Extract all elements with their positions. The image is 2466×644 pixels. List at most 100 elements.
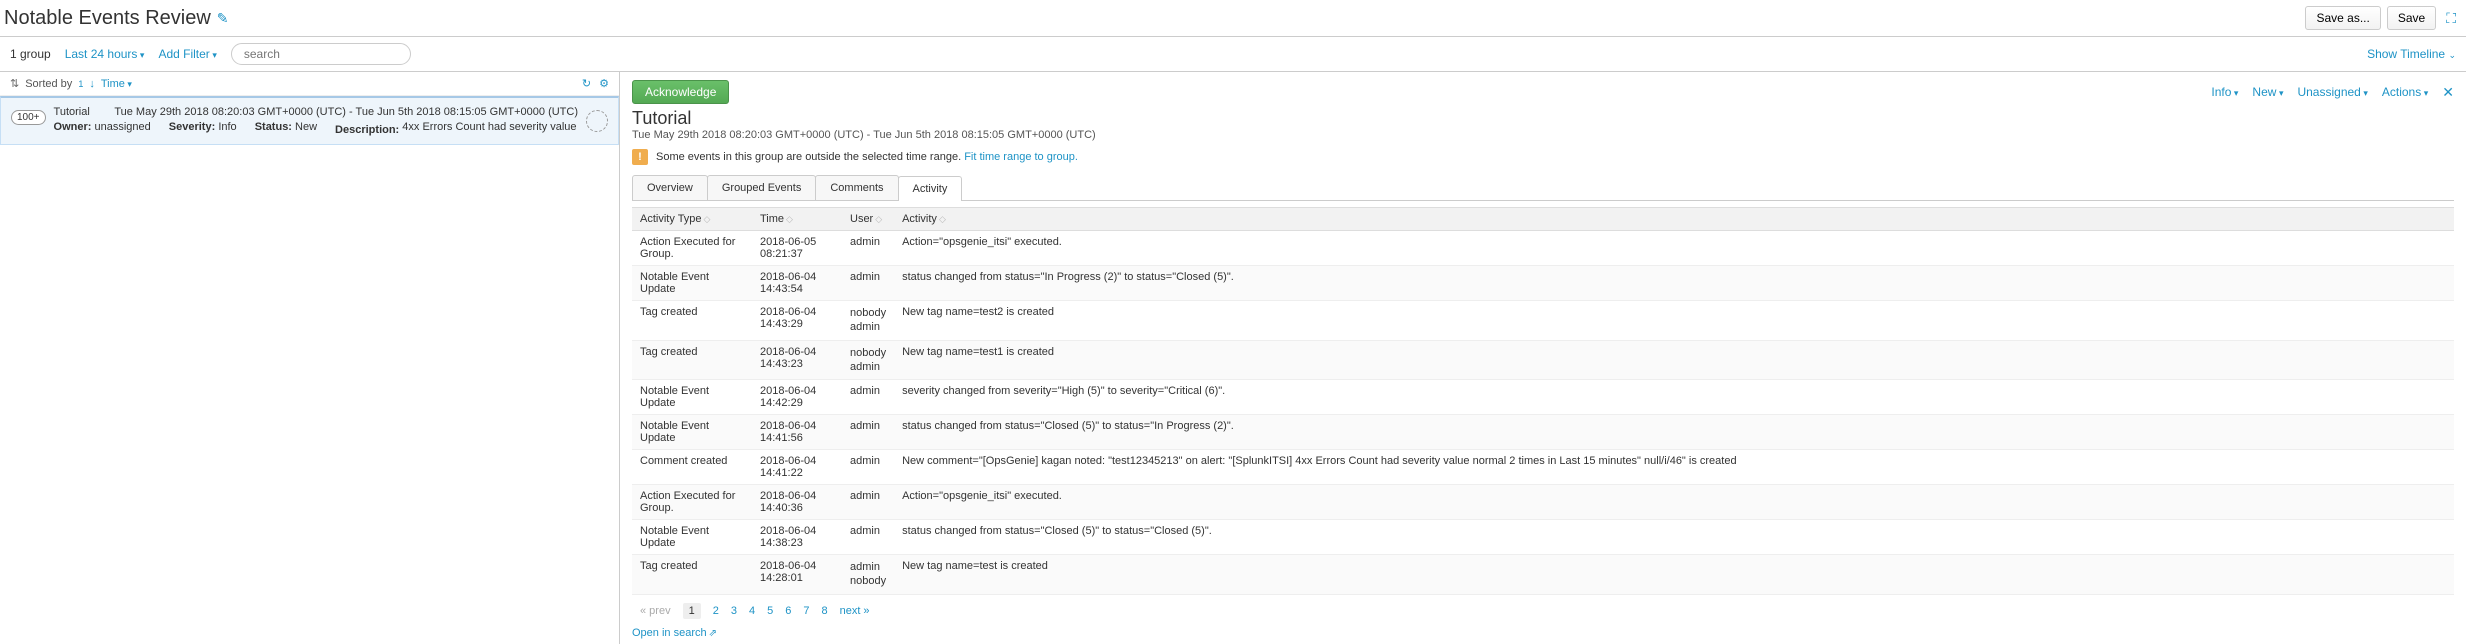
table-row: Action Executed for Group.2018-06-05 08:… bbox=[632, 231, 2454, 266]
pagination-page-8[interactable]: 8 bbox=[821, 605, 827, 617]
close-icon[interactable]: ✕ bbox=[2442, 84, 2454, 101]
save-button[interactable]: Save bbox=[2387, 6, 2436, 30]
pagination-page-2[interactable]: 2 bbox=[713, 605, 719, 617]
actions-dropdown[interactable]: Actions bbox=[2382, 85, 2428, 99]
filter-bar: 1 group Last 24 hours Add Filter Show Ti… bbox=[0, 37, 2466, 72]
event-header-row: Tutorial Tue May 29th 2018 08:20:03 GMT+… bbox=[54, 106, 578, 118]
cell: severity changed from severity="High (5)… bbox=[894, 380, 2454, 415]
cell: 2018-06-04 14:43:54 bbox=[752, 266, 842, 301]
left-pane: ⇅ Sorted by 1 ↓ Time ↻ ⚙ 100+ Tutorial T… bbox=[0, 72, 620, 644]
pagination-page-7[interactable]: 7 bbox=[803, 605, 809, 617]
pagination-page-6[interactable]: 6 bbox=[785, 605, 791, 617]
edit-icon[interactable]: ✎ bbox=[217, 10, 229, 27]
pagination-prev[interactable]: « prev bbox=[640, 605, 671, 617]
warning-text: Some events in this group are outside th… bbox=[656, 151, 961, 163]
cell: admin bbox=[842, 231, 894, 266]
warning-icon: ! bbox=[632, 149, 648, 165]
sort-field[interactable]: Time bbox=[101, 78, 132, 90]
sort-controls: ⇅ Sorted by 1 ↓ Time bbox=[10, 77, 132, 90]
search-input[interactable] bbox=[231, 43, 411, 65]
event-count-badge: 100+ bbox=[11, 110, 46, 125]
event-card[interactable]: 100+ Tutorial Tue May 29th 2018 08:20:03… bbox=[0, 96, 619, 145]
cell: New tag name=test2 is created bbox=[894, 301, 2454, 341]
cell: Action="opsgenie_itsi" executed. bbox=[894, 231, 2454, 266]
cell: admin bbox=[842, 266, 894, 301]
status-value: New bbox=[295, 121, 317, 133]
sort-label: Sorted by bbox=[25, 78, 72, 90]
sort-icon[interactable]: ⇅ bbox=[10, 77, 19, 90]
assignee-placeholder-icon[interactable] bbox=[586, 110, 608, 132]
info-dropdown[interactable]: Info bbox=[2211, 85, 2238, 99]
time-range-picker[interactable]: Last 24 hours bbox=[65, 47, 145, 61]
pagination-page-5[interactable]: 5 bbox=[767, 605, 773, 617]
sort-count: 1 bbox=[78, 79, 83, 89]
pagination: « prev 12345678 next » bbox=[632, 603, 2454, 619]
table-row: Notable Event Update2018-06-04 14:42:29a… bbox=[632, 380, 2454, 415]
header-left: Notable Events Review ✎ bbox=[4, 7, 229, 30]
cell: 2018-06-05 08:21:37 bbox=[752, 231, 842, 266]
detail-title: Tutorial bbox=[632, 108, 2454, 129]
right-pane: Acknowledge Info New Unassigned Actions … bbox=[620, 72, 2466, 644]
filter-right: Show Timeline ⌄ bbox=[2367, 47, 2456, 61]
cell: Notable Event Update bbox=[632, 520, 752, 555]
column-header-activity[interactable]: Activity◇ bbox=[894, 208, 2454, 231]
cell: admin bbox=[842, 415, 894, 450]
pagination-page-1[interactable]: 1 bbox=[683, 603, 701, 619]
cell: 2018-06-04 14:41:56 bbox=[752, 415, 842, 450]
tab-activity[interactable]: Activity bbox=[898, 176, 963, 201]
fit-time-range-link[interactable]: Fit time range to group. bbox=[964, 151, 1078, 163]
chevron-down-icon: ⌄ bbox=[2448, 50, 2456, 60]
add-filter-dropdown[interactable]: Add Filter bbox=[158, 47, 216, 61]
tabs: OverviewGrouped EventsCommentsActivity bbox=[632, 175, 2454, 201]
table-row: Notable Event Update2018-06-04 14:38:23a… bbox=[632, 520, 2454, 555]
cell: status changed from status="Closed (5)" … bbox=[894, 520, 2454, 555]
page-header: Notable Events Review ✎ Save as... Save … bbox=[0, 0, 2466, 37]
cell: admin bbox=[842, 450, 894, 485]
main-columns: ⇅ Sorted by 1 ↓ Time ↻ ⚙ 100+ Tutorial T… bbox=[0, 72, 2466, 644]
cell: 2018-06-04 14:43:23 bbox=[752, 340, 842, 380]
table-row: Tag created2018-06-04 14:43:23nobodyadmi… bbox=[632, 340, 2454, 380]
sort-actions: ↻ ⚙ bbox=[582, 77, 609, 90]
pagination-page-3[interactable]: 3 bbox=[731, 605, 737, 617]
event-title: Tutorial bbox=[54, 106, 90, 118]
cell: Tag created bbox=[632, 340, 752, 380]
owner-label: Owner: bbox=[54, 121, 92, 133]
event-body: Tutorial Tue May 29th 2018 08:20:03 GMT+… bbox=[54, 106, 578, 136]
pagination-page-4[interactable]: 4 bbox=[749, 605, 755, 617]
open-in-search-link[interactable]: Open in search⇗ bbox=[632, 627, 717, 639]
cell: nobodyadmin bbox=[842, 301, 894, 341]
page-title: Notable Events Review bbox=[4, 7, 211, 30]
cell: Tag created bbox=[632, 555, 752, 595]
gear-icon[interactable]: ⚙ bbox=[599, 77, 609, 90]
cell: admin bbox=[842, 380, 894, 415]
pagination-next[interactable]: next » bbox=[840, 605, 870, 617]
sort-bar: ⇅ Sorted by 1 ↓ Time ↻ ⚙ bbox=[0, 72, 619, 96]
activity-table: Activity Type◇Time◇User◇Activity◇ Action… bbox=[632, 207, 2454, 595]
tab-grouped-events[interactable]: Grouped Events bbox=[707, 175, 817, 200]
expand-icon[interactable]: ⛶ bbox=[2446, 10, 2456, 27]
cell: 2018-06-04 14:41:22 bbox=[752, 450, 842, 485]
cell: Notable Event Update bbox=[632, 380, 752, 415]
column-header-user[interactable]: User◇ bbox=[842, 208, 894, 231]
tab-comments[interactable]: Comments bbox=[815, 175, 898, 200]
cell: Comment created bbox=[632, 450, 752, 485]
refresh-icon[interactable]: ↻ bbox=[582, 77, 591, 90]
cell: New tag name=test is created bbox=[894, 555, 2454, 595]
acknowledge-button[interactable]: Acknowledge bbox=[632, 80, 729, 104]
group-count: 1 group bbox=[10, 47, 51, 61]
cell: New tag name=test1 is created bbox=[894, 340, 2454, 380]
column-header-time[interactable]: Time◇ bbox=[752, 208, 842, 231]
save-as-button[interactable]: Save as... bbox=[2305, 6, 2380, 30]
status-label: Status: bbox=[255, 121, 292, 133]
show-timeline-link[interactable]: Show Timeline ⌄ bbox=[2367, 47, 2456, 61]
tab-overview[interactable]: Overview bbox=[632, 175, 708, 200]
sort-direction-icon[interactable]: ↓ bbox=[89, 78, 95, 90]
table-row: Action Executed for Group.2018-06-04 14:… bbox=[632, 485, 2454, 520]
table-row: Tag created2018-06-04 14:43:29nobodyadmi… bbox=[632, 301, 2454, 341]
cell: status changed from status="In Progress … bbox=[894, 266, 2454, 301]
owner-dropdown[interactable]: Unassigned bbox=[2297, 85, 2367, 99]
cell: Notable Event Update bbox=[632, 415, 752, 450]
status-dropdown[interactable]: New bbox=[2252, 85, 2283, 99]
column-header-activity-type[interactable]: Activity Type◇ bbox=[632, 208, 752, 231]
cell: status changed from status="Closed (5)" … bbox=[894, 415, 2454, 450]
